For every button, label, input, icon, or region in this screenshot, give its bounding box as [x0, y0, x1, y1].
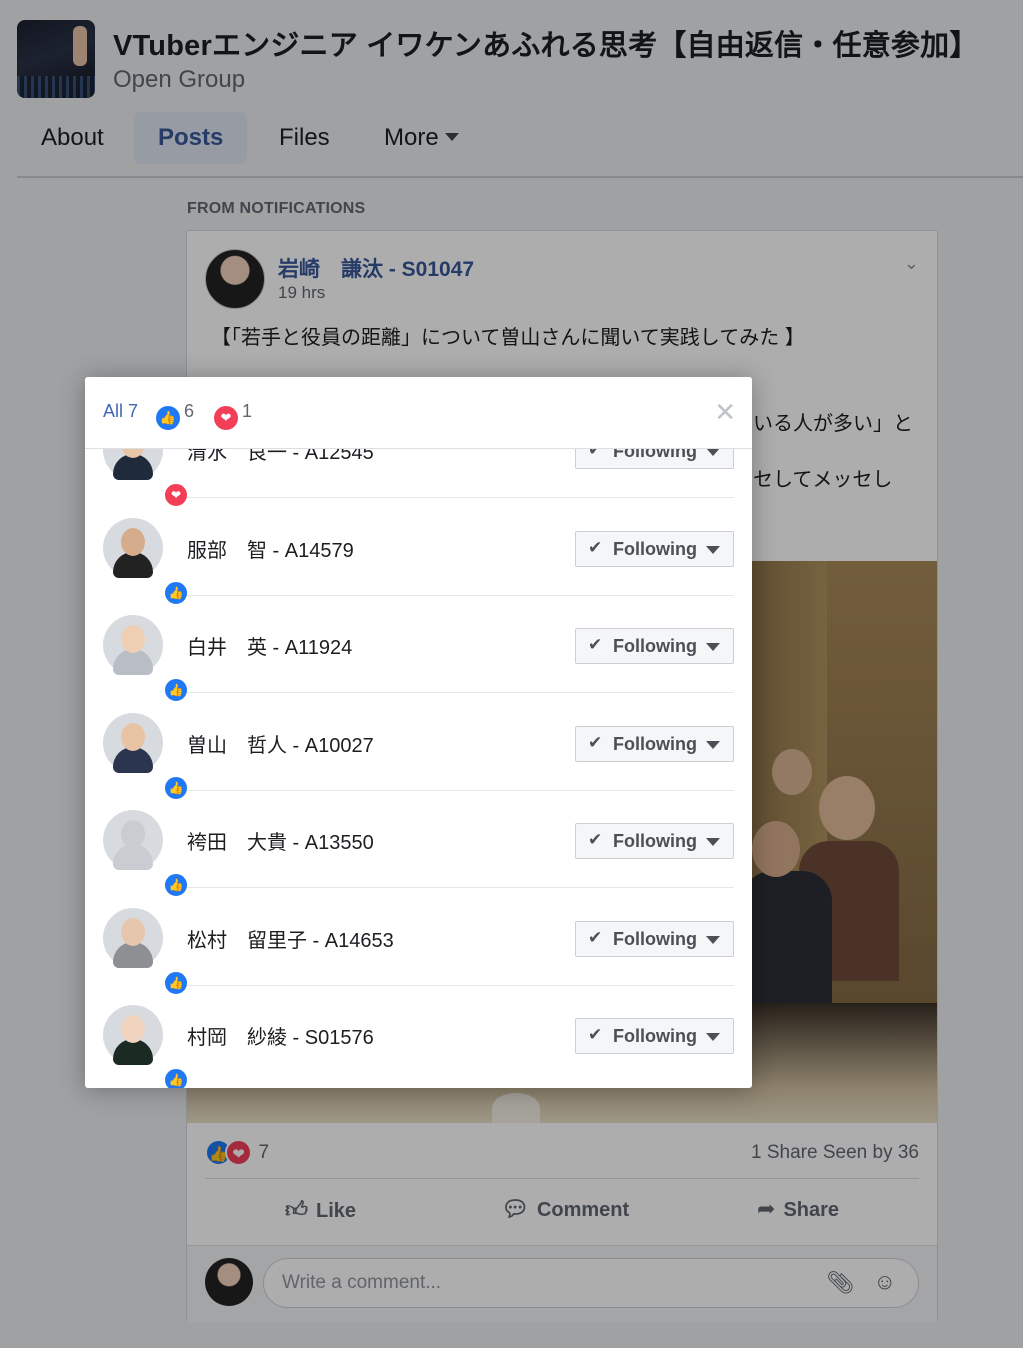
- reactor-name[interactable]: 村岡 紗綾 - S01576: [187, 1021, 374, 1050]
- check-icon: ✔: [588, 927, 603, 947]
- tab-all-reactions[interactable]: All 7: [103, 401, 138, 422]
- following-button-label: Following: [613, 831, 697, 851]
- caret-down-icon: [706, 838, 720, 846]
- reactor-name[interactable]: 清水 良一 - A12545: [187, 449, 374, 465]
- reactor-list[interactable]: ❤ 清水 良一 - A12545 ✔ Following 👍 服部 智 - A14579 ✔…: [85, 449, 752, 1088]
- like-icon: 👍: [163, 1067, 189, 1088]
- following-button[interactable]: ✔ Following: [575, 725, 734, 762]
- tab-love-reactions[interactable]: ❤ 1: [214, 401, 252, 430]
- reactor-name[interactable]: 白井 英 - A11924: [187, 631, 352, 660]
- reactor-row: 👍 服部 智 - A14579 ✔ Following: [85, 498, 752, 606]
- reactor-avatar[interactable]: 👍: [103, 615, 189, 703]
- reactor-row: 👍 村岡 紗綾 - S01576 ✔ Following: [85, 985, 752, 1088]
- reactor-avatar[interactable]: 👍: [103, 810, 189, 898]
- following-button[interactable]: ✔ Following: [575, 920, 734, 957]
- avatar-face: [121, 527, 145, 556]
- reactor-row: 👍 白井 英 - A11924 ✔ Following: [85, 595, 752, 703]
- check-icon: ✔: [588, 537, 603, 557]
- like-icon: 👍: [156, 406, 180, 430]
- reactor-name[interactable]: 袴田 大貴 - A13550: [187, 826, 374, 855]
- like-count: 6: [184, 401, 195, 421]
- reactions-tabs: All 7 👍 6 ❤ 1 ✕: [85, 377, 752, 449]
- following-button-label: Following: [613, 538, 697, 559]
- reactor-name[interactable]: 服部 智 - A14579: [187, 534, 354, 563]
- reactor-avatar[interactable]: 👍: [103, 517, 189, 606]
- reactor-row: 👍 曽山 哲人 - A10027 ✔ Following: [85, 693, 752, 801]
- reactor-row: 👍 松村 留里子 - A14653 ✔ Following: [85, 888, 752, 996]
- reactor-avatar[interactable]: ❤: [103, 449, 189, 508]
- following-button[interactable]: ✔ Following: [575, 628, 734, 664]
- avatar-face: [121, 917, 145, 946]
- following-button-label: Following: [613, 449, 697, 461]
- reactor-row: ❤ 清水 良一 - A12545 ✔ Following: [85, 449, 752, 508]
- close-icon[interactable]: ✕: [714, 397, 736, 428]
- following-button-label: Following: [613, 1026, 697, 1046]
- check-icon: ✔: [588, 830, 603, 849]
- check-icon: ✔: [588, 449, 603, 459]
- following-button-label: Following: [613, 733, 697, 754]
- avatar-face: [121, 625, 145, 653]
- check-icon: ✔: [588, 635, 603, 654]
- following-button-label: Following: [613, 636, 697, 656]
- reactor-row: 👍 袴田 大貴 - A13550 ✔ Following: [85, 790, 752, 898]
- reactions-dialog: All 7 👍 6 ❤ 1 ✕ ❤ 清水 良一 - A12545 ✔ Following 👍…: [85, 377, 752, 1088]
- avatar-face: [121, 1015, 145, 1043]
- love-icon: ❤: [214, 406, 238, 430]
- following-button[interactable]: ✔ Following: [575, 823, 734, 859]
- caret-down-icon: [706, 545, 720, 554]
- caret-down-icon: [706, 935, 720, 944]
- caret-down-icon: [706, 1033, 720, 1041]
- reactor-avatar[interactable]: 👍: [103, 712, 189, 801]
- reactor-name[interactable]: 松村 留里子 - A14653: [187, 924, 394, 953]
- tab-like-reactions[interactable]: 👍 6: [156, 401, 194, 430]
- reactor-name[interactable]: 曽山 哲人 - A10027: [187, 729, 374, 758]
- caret-down-icon: [706, 643, 720, 651]
- following-button-label: Following: [613, 928, 697, 949]
- following-button[interactable]: ✔ Following: [575, 530, 734, 567]
- avatar-face: [121, 820, 145, 848]
- following-button[interactable]: ✔ Following: [575, 1018, 734, 1054]
- following-button[interactable]: ✔ Following: [575, 449, 734, 469]
- love-count: 1: [242, 401, 253, 421]
- reactor-avatar[interactable]: 👍: [103, 907, 189, 996]
- avatar-face: [121, 722, 145, 751]
- reactor-avatar[interactable]: 👍: [103, 1005, 189, 1088]
- check-icon: ✔: [588, 1025, 603, 1044]
- check-icon: ✔: [588, 732, 603, 752]
- caret-down-icon: [706, 449, 720, 456]
- caret-down-icon: [706, 740, 720, 749]
